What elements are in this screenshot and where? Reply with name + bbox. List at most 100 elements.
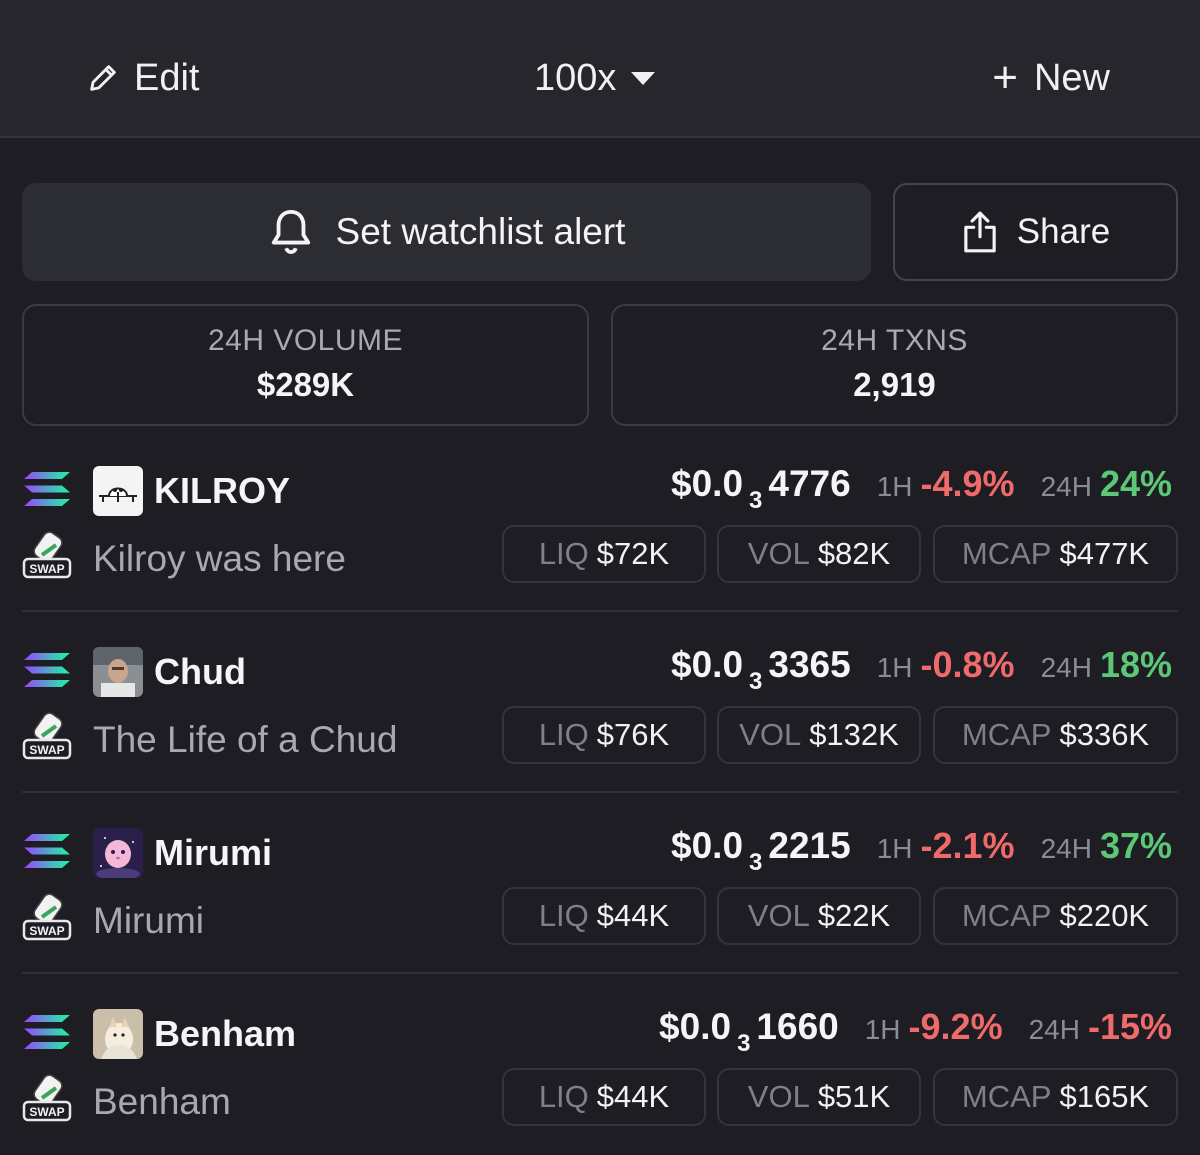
change-24h-label: 24H: [1028, 1014, 1080, 1045]
change-24h-value: 37%: [1099, 825, 1172, 866]
new-label: New: [1033, 56, 1110, 99]
price-prefix: $0.0: [671, 825, 744, 866]
liq-value: $76K: [596, 717, 670, 752]
volume-value: $289K: [256, 366, 355, 403]
token-price: $0.0 3 3365: [671, 644, 851, 696]
edit-label: Edit: [134, 56, 200, 99]
price-group: $0.0 3 1660 1H -9.2% 24H -15%: [659, 1006, 1172, 1058]
swap-dex-icon: SWAP: [22, 531, 72, 579]
change-24h-label: 24H: [1040, 652, 1092, 683]
liq-value: $44K: [596, 1079, 670, 1114]
token-row[interactable]: SWAP KILROY Kilroy was here $0.0 3 4776 1H -4.9…: [0, 431, 1200, 612]
liq-label: LIQ: [538, 536, 589, 571]
swap-text: SWAP: [29, 743, 64, 757]
change-1h-label: 1H: [876, 652, 913, 683]
share-button[interactable]: Share: [893, 183, 1178, 281]
price-group: $0.0 3 4776 1H -4.9% 24H 24%: [671, 463, 1172, 515]
vol-value: $51K: [817, 1079, 891, 1114]
liq-value: $72K: [596, 536, 670, 571]
benham-avatar-icon: [93, 1009, 143, 1059]
liq-label: LIQ: [538, 717, 589, 752]
market-cap-pill: MCAP $220K: [933, 887, 1178, 945]
solana-chain-icon: [24, 653, 70, 687]
change-1h-value: -0.8%: [920, 644, 1015, 685]
token-price: $0.0 3 2215: [671, 825, 851, 877]
token-row[interactable]: SWAP Benham Benham $0.0 3 1660 1H -9.2% 24H -15% L…: [0, 974, 1200, 1155]
token-price: $0.0 3 4776: [671, 463, 851, 515]
price-group: $0.0 3 2215 1H -2.1% 24H 37%: [671, 825, 1172, 877]
change-1h-label: 1H: [876, 471, 913, 502]
price-zero-count: 3: [749, 487, 763, 514]
price-group: $0.0 3 3365 1H -0.8% 24H 18%: [671, 644, 1172, 696]
swap-text: SWAP: [29, 1105, 64, 1119]
txns-value: 2,919: [853, 366, 936, 403]
chevron-down-icon: [631, 72, 656, 85]
change-24h-value: -15%: [1087, 1006, 1172, 1047]
token-price: $0.0 3 1660: [659, 1006, 839, 1058]
set-watchlist-alert-button[interactable]: Set watchlist alert: [22, 183, 871, 281]
new-watchlist-button[interactable]: + New: [992, 52, 1110, 104]
market-cap-pill: MCAP $165K: [933, 1068, 1178, 1126]
plus-icon: +: [992, 53, 1018, 102]
volume-pill: VOL $51K: [717, 1068, 921, 1126]
change-1h-value: -2.1%: [920, 825, 1015, 866]
swap-text: SWAP: [29, 562, 64, 576]
alert-label: Set watchlist alert: [335, 211, 626, 252]
volume-stat-card: 24H VOLUME $289K: [22, 304, 589, 426]
market-cap-pill: MCAP $336K: [933, 706, 1178, 764]
price-prefix: $0.0: [671, 463, 744, 504]
bell-icon: [271, 209, 310, 255]
change-1h-label: 1H: [876, 833, 913, 864]
vol-label: VOL: [747, 1079, 810, 1114]
token-name: Kilroy was here: [93, 538, 346, 579]
price-zero-count: 3: [749, 849, 763, 876]
price-digits: 2215: [768, 825, 851, 866]
price-digits: 3365: [768, 644, 851, 685]
price-digits: 1660: [756, 1006, 839, 1047]
mcap-value: $336K: [1059, 717, 1150, 752]
token-name: The Life of a Chud: [93, 719, 398, 760]
price-prefix: $0.0: [659, 1006, 732, 1047]
pencil-icon: [90, 65, 116, 91]
token-row[interactable]: SWAP Mirumi Mirumi $0.0 3 2215 1H -2.1% 24H 37% LI…: [0, 793, 1200, 974]
mirumi-avatar-icon: [93, 828, 143, 878]
mcap-label: MCAP: [961, 1079, 1052, 1114]
share-label: Share: [1016, 212, 1111, 251]
liquidity-pill: LIQ $76K: [502, 706, 706, 764]
swap-dex-icon: SWAP: [22, 1074, 72, 1122]
token-symbol: Benham: [154, 1013, 297, 1054]
token-name: Mirumi: [93, 900, 204, 941]
kilroy-logo-icon: [93, 466, 143, 516]
vol-label: VOL: [747, 898, 810, 933]
edit-button[interactable]: Edit: [86, 52, 199, 104]
mcap-value: $220K: [1059, 898, 1150, 933]
vol-value: $82K: [817, 536, 891, 571]
token-row[interactable]: SWAP Chud The Life of a Chud $0.0 3 3365 1H -0.…: [0, 612, 1200, 793]
change-24h-label: 24H: [1040, 833, 1092, 864]
swap-text: SWAP: [29, 924, 64, 938]
swap-dex-icon: SWAP: [22, 712, 72, 760]
solana-chain-icon: [24, 834, 70, 868]
mcap-label: MCAP: [961, 898, 1052, 933]
volume-label: 24H VOLUME: [207, 324, 404, 357]
chud-avatar-icon: [93, 647, 143, 697]
token-symbol: Mirumi: [154, 832, 273, 873]
txns-label: 24H TXNS: [821, 324, 968, 357]
change-24h-value: 24%: [1099, 463, 1172, 504]
liquidity-pill: LIQ $44K: [502, 887, 706, 945]
top-bar: Edit 100x + New: [0, 0, 1200, 138]
price-zero-count: 3: [749, 668, 763, 695]
change-24h-value: 18%: [1099, 644, 1172, 685]
token-symbol: KILROY: [154, 470, 291, 511]
solana-chain-icon: [24, 472, 70, 506]
vol-value: $132K: [809, 717, 899, 752]
mcap-value: $165K: [1059, 1079, 1150, 1114]
price-zero-count: 3: [737, 1030, 751, 1057]
token-name: Benham: [93, 1081, 231, 1122]
volume-pill: VOL $22K: [717, 887, 921, 945]
volume-pill: VOL $132K: [717, 706, 921, 764]
liq-value: $44K: [596, 898, 670, 933]
change-1h-label: 1H: [864, 1014, 901, 1045]
change-1h-value: -4.9%: [920, 463, 1015, 504]
watchlist-selector[interactable]: 100x: [534, 52, 656, 104]
